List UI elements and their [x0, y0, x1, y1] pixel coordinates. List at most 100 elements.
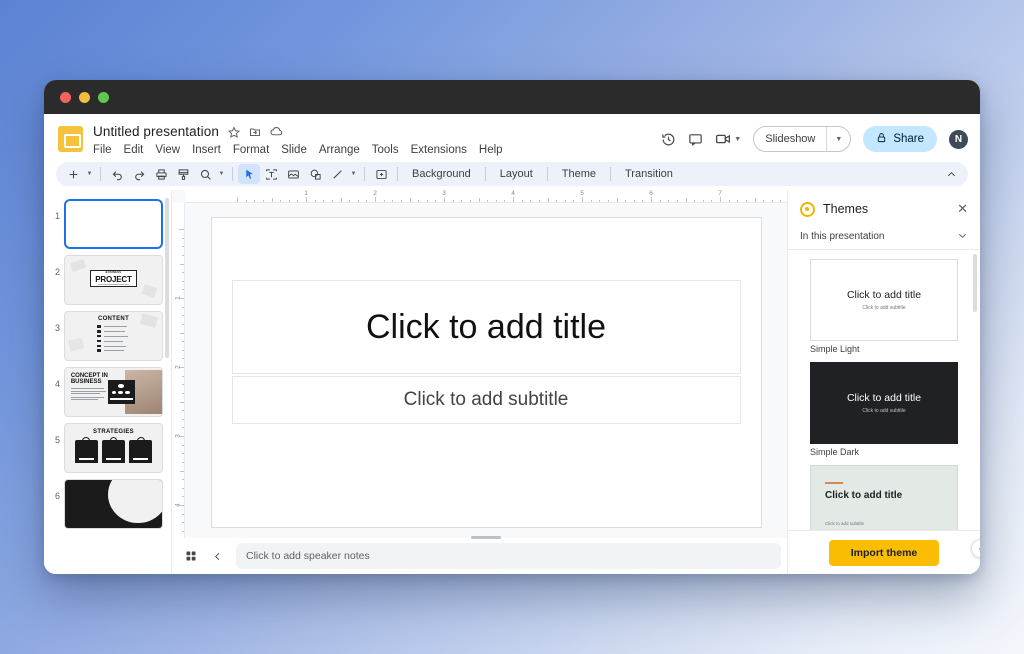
grid-view-icon[interactable] [178, 543, 204, 569]
menu-edit[interactable]: Edit [124, 144, 144, 156]
zoom-icon[interactable] [194, 164, 216, 184]
close-icon[interactable]: ✕ [957, 201, 968, 217]
menu-insert[interactable]: Insert [192, 144, 221, 156]
ruler-tick [548, 198, 549, 202]
comment-icon[interactable] [688, 132, 703, 147]
themes-panel: Themes ✕ In this presentation Click to a… [787, 190, 980, 574]
textbox-icon[interactable] [260, 164, 282, 184]
window-maximize-button[interactable] [98, 92, 109, 103]
slide-thumbnail-3[interactable]: 3 CONTENT [44, 308, 171, 364]
theme-card-simple-dark[interactable]: Click to add title Click to add subtitle… [810, 362, 958, 457]
slide-thumbnail-5[interactable]: 5 STRATEGIES [44, 420, 171, 476]
insert-comment-icon[interactable] [370, 164, 392, 184]
themes-scrollbar[interactable] [973, 254, 977, 312]
slideshow-options-chevron-down-icon[interactable]: ▼ [827, 127, 850, 151]
slideshow-button-group[interactable]: Slideshow ▼ [753, 126, 851, 152]
chevron-down-icon[interactable] [957, 230, 968, 243]
thumbnail-canvas[interactable]: CONTENT [64, 311, 163, 361]
title-placeholder[interactable]: Click to add title [232, 280, 741, 374]
slide-thumbnail-4[interactable]: 4 CONCEPT IN BUSINESS [44, 364, 171, 420]
notes-resize-handle[interactable] [471, 536, 501, 539]
select-icon[interactable] [238, 164, 260, 184]
ruler-tick [686, 198, 687, 202]
menu-format[interactable]: Format [233, 144, 269, 156]
themes-list[interactable]: Click to add title Click to add subtitle… [788, 250, 980, 530]
line-icon[interactable] [326, 164, 348, 184]
slide-canvas[interactable]: Click to add title Click to add subtitle [211, 217, 762, 528]
ruler-tick [182, 341, 185, 342]
title-placeholder-text: Click to add title [366, 308, 606, 347]
horizontal-ruler[interactable]: 123456789 [185, 190, 787, 203]
print-icon[interactable] [150, 164, 172, 184]
share-button[interactable]: Share [863, 126, 937, 152]
version-history-icon[interactable] [661, 132, 676, 147]
background-button[interactable]: Background [403, 168, 480, 180]
present-video-icon[interactable] [715, 131, 731, 147]
zoom-chevron-down-icon[interactable]: ▼ [216, 171, 227, 177]
collapse-panel-chevron-left-icon[interactable] [204, 543, 230, 569]
ruler-tick [280, 200, 281, 203]
shape-icon[interactable] [304, 164, 326, 184]
menu-view[interactable]: View [155, 144, 180, 156]
layout-button[interactable]: Layout [491, 168, 542, 180]
speaker-notes-input[interactable]: Click to add speaker notes [236, 543, 781, 569]
menu-file[interactable]: File [93, 144, 112, 156]
line-chevron-down-icon[interactable]: ▼ [348, 171, 359, 177]
transition-button[interactable]: Transition [616, 168, 682, 180]
editor-body: 1234 Click to add title Click to add sub… [172, 203, 787, 538]
slide-number: 4 [48, 367, 60, 389]
menu-slide[interactable]: Slide [281, 144, 307, 156]
add-slide-icon[interactable] [62, 164, 84, 184]
menu-extensions[interactable]: Extensions [411, 144, 467, 156]
present-video-group[interactable]: ▼ [715, 131, 741, 147]
menu-arrange[interactable]: Arrange [319, 144, 360, 156]
undo-icon[interactable] [106, 164, 128, 184]
vertical-ruler[interactable]: 1234 [172, 203, 185, 538]
theme-card-simple-light[interactable]: Click to add title Click to add subtitle… [810, 259, 958, 354]
ruler-tick [573, 200, 574, 203]
themes-section-selector[interactable]: In this presentation [788, 224, 980, 250]
ruler-tick [694, 200, 695, 203]
add-slide-chevron-down-icon[interactable]: ▼ [84, 171, 95, 177]
thumbnail-canvas[interactable]: BUSINESS PROJECT [64, 255, 163, 305]
theme-preview[interactable]: Click to add title Click to add subtitle [810, 465, 958, 530]
window-minimize-button[interactable] [79, 92, 90, 103]
import-theme-button[interactable]: Import theme [829, 540, 940, 566]
theme-preview[interactable]: Click to add title Click to add subtitle [810, 259, 958, 341]
image-icon[interactable] [282, 164, 304, 184]
slides-panel-scrollbar[interactable] [165, 198, 169, 358]
ruler-tick [703, 200, 704, 203]
paint-format-icon[interactable] [172, 164, 194, 184]
slide-thumbnail-6[interactable]: 6 [44, 476, 171, 532]
theme-card-mint[interactable]: Click to add title Click to add subtitle [810, 465, 958, 530]
ruler-tick [272, 198, 273, 202]
thumbnail-canvas[interactable] [64, 199, 163, 249]
thumbnail-canvas[interactable]: CONCEPT IN BUSINESS [64, 367, 163, 417]
slide-thumbnail-2[interactable]: 2 BUSINESS PROJECT [44, 252, 171, 308]
slideshow-button[interactable]: Slideshow [754, 133, 826, 145]
chevron-down-icon[interactable]: ▼ [734, 136, 741, 143]
star-icon[interactable] [228, 126, 240, 138]
window-close-button[interactable] [60, 92, 71, 103]
subtitle-placeholder[interactable]: Click to add subtitle [232, 376, 741, 424]
ruler-tick [737, 200, 738, 203]
collapse-toolbar-chevron-up-icon[interactable] [940, 164, 962, 184]
theme-button[interactable]: Theme [553, 168, 605, 180]
menu-tools[interactable]: Tools [372, 144, 399, 156]
divider [547, 167, 548, 181]
avatar[interactable]: N [949, 130, 968, 149]
thumb-bag-handle [137, 437, 145, 441]
document-title[interactable]: Untitled presentation [93, 124, 219, 139]
thumbnail-canvas[interactable]: STRATEGIES [64, 423, 163, 473]
thumb-line [71, 393, 100, 394]
ruler-tick [182, 324, 185, 325]
thumbnail-canvas[interactable] [64, 479, 163, 529]
slide-thumbnail-1[interactable]: 1 [44, 196, 171, 252]
move-to-folder-icon[interactable] [249, 126, 261, 138]
redo-icon[interactable] [128, 164, 150, 184]
slides-panel[interactable]: 1 2 BUSINESS PROJECT [44, 190, 172, 574]
theme-preview[interactable]: Click to add title Click to add subtitle [810, 362, 958, 444]
thumb-bag-label [79, 458, 95, 460]
cloud-saved-icon[interactable] [270, 125, 283, 138]
menu-help[interactable]: Help [479, 144, 503, 156]
